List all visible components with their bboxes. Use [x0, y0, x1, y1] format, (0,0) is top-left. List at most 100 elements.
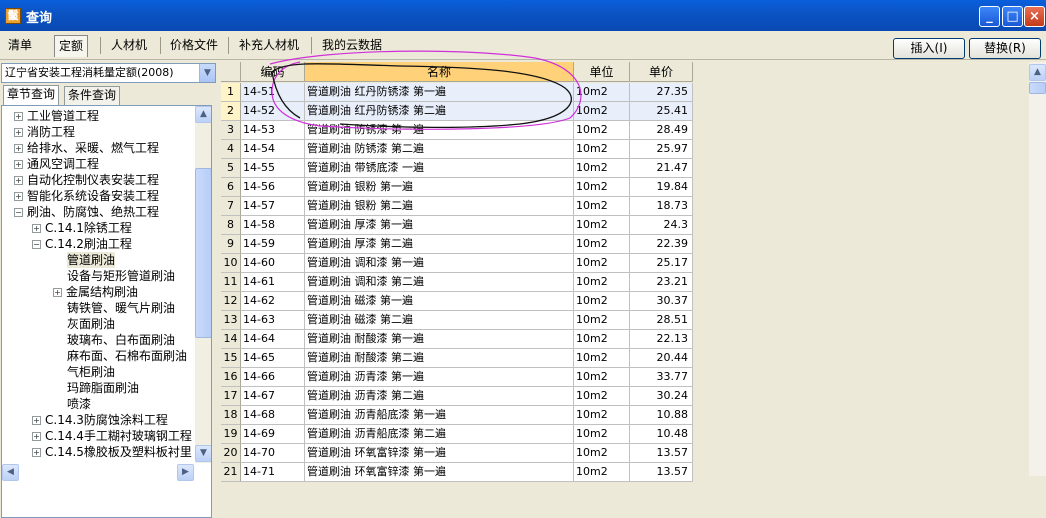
cell-name[interactable]: 管道刷油 厚漆 第一遍 [305, 216, 574, 235]
row-number[interactable]: 6 [221, 178, 241, 197]
replace-button[interactable]: 替换(R) [969, 38, 1041, 59]
cell-unit[interactable]: 10m2 [574, 444, 630, 463]
row-number[interactable]: 15 [221, 349, 241, 368]
cell-unit[interactable]: 10m2 [574, 197, 630, 216]
expand-icon[interactable]: + [14, 192, 23, 201]
tree-scrollbar[interactable]: ▲ ▼ [195, 106, 211, 463]
row-number[interactable]: 4 [221, 140, 241, 159]
cell-name[interactable]: 管道刷油 银粉 第二遍 [305, 197, 574, 216]
cell-name[interactable]: 管道刷油 耐酸漆 第二遍 [305, 349, 574, 368]
cell-price[interactable]: 28.49 [630, 121, 693, 140]
cell-unit[interactable]: 10m2 [574, 311, 630, 330]
tree-item[interactable]: 铸铁管、暖气片刷油 [67, 300, 175, 316]
cell-code[interactable]: 14-52 [241, 102, 305, 121]
insert-button[interactable]: 插入(I) [893, 38, 965, 59]
cell-price[interactable]: 22.39 [630, 235, 693, 254]
cell-price[interactable]: 25.97 [630, 140, 693, 159]
scroll-left-icon[interactable]: ◀ [2, 464, 19, 481]
expand-icon[interactable]: + [14, 144, 23, 153]
cell-name[interactable]: 管道刷油 磁漆 第二遍 [305, 311, 574, 330]
cell-unit[interactable]: 10m2 [574, 159, 630, 178]
cell-name[interactable]: 管道刷油 环氧富锌漆 第一遍 [305, 463, 574, 482]
row-number[interactable]: 21 [221, 463, 241, 482]
table-scrollbar[interactable]: ▲ [1029, 62, 1046, 476]
tab-price-file[interactable]: 价格文件 [166, 35, 222, 57]
tree-item[interactable]: + 自动化控制仪表安装工程 [14, 172, 159, 188]
row-number[interactable]: 11 [221, 273, 241, 292]
column-header-code[interactable]: 编码 [241, 62, 305, 82]
cell-unit[interactable]: 10m2 [574, 235, 630, 254]
cell-price[interactable]: 10.88 [630, 406, 693, 425]
cell-price[interactable]: 19.84 [630, 178, 693, 197]
cell-unit[interactable]: 10m2 [574, 273, 630, 292]
tree-item[interactable]: + 工业管道工程 [14, 108, 99, 124]
cell-name[interactable]: 管道刷油 耐酸漆 第一遍 [305, 330, 574, 349]
expand-icon[interactable]: + [32, 448, 41, 457]
cell-unit[interactable]: 10m2 [574, 368, 630, 387]
maximize-icon[interactable]: □ [1002, 6, 1023, 27]
cell-unit[interactable]: 10m2 [574, 216, 630, 235]
cell-price[interactable]: 13.57 [630, 444, 693, 463]
scroll-thumb[interactable] [195, 168, 211, 338]
column-header-unit[interactable]: 单位 [574, 62, 630, 82]
expand-icon[interactable]: + [14, 128, 23, 137]
tab-quota[interactable]: 定额 [54, 35, 89, 57]
cell-code[interactable]: 14-53 [241, 121, 305, 140]
tree-item-selected[interactable]: 管道刷油 [67, 252, 116, 268]
scroll-down-icon[interactable]: ▼ [195, 445, 211, 462]
cell-code[interactable]: 14-51 [241, 83, 305, 102]
cell-code[interactable]: 14-58 [241, 216, 305, 235]
expand-icon[interactable]: + [32, 416, 41, 425]
row-number[interactable]: 18 [221, 406, 241, 425]
tree-item[interactable]: 麻布面、石棉布面刷油 [67, 348, 187, 364]
cell-price[interactable]: 27.35 [630, 83, 693, 102]
row-number[interactable]: 2 [221, 102, 241, 121]
cell-code[interactable]: 14-63 [241, 311, 305, 330]
cell-unit[interactable]: 10m2 [574, 330, 630, 349]
tree-item[interactable]: 玻璃布、白布面刷油 [67, 332, 175, 348]
cell-price[interactable]: 30.37 [630, 292, 693, 311]
cell-unit[interactable]: 10m2 [574, 121, 630, 140]
cell-price[interactable]: 24.3 [630, 216, 693, 235]
column-header-price[interactable]: 单价 [630, 62, 693, 82]
cell-unit[interactable]: 10m2 [574, 254, 630, 273]
tree-item[interactable]: − C.14.2刷油工程 [32, 236, 132, 252]
cell-code[interactable]: 14-55 [241, 159, 305, 178]
collapse-icon[interactable]: − [32, 240, 41, 249]
cell-price[interactable]: 18.73 [630, 197, 693, 216]
row-number[interactable]: 14 [221, 330, 241, 349]
cell-name[interactable]: 管道刷油 防锈漆 第二遍 [305, 140, 574, 159]
row-number[interactable]: 9 [221, 235, 241, 254]
tree-item[interactable]: + 智能化系统设备安装工程 [14, 188, 159, 204]
row-number[interactable]: 5 [221, 159, 241, 178]
expand-icon[interactable]: + [14, 176, 23, 185]
cell-name[interactable]: 管道刷油 带锈底漆 一遍 [305, 159, 574, 178]
quota-library-select[interactable]: 辽宁省安装工程消耗量定额(2008) ▼ [1, 63, 216, 83]
cell-code[interactable]: 14-62 [241, 292, 305, 311]
row-number[interactable]: 20 [221, 444, 241, 463]
cell-price[interactable]: 13.57 [630, 463, 693, 482]
expand-icon[interactable]: + [14, 160, 23, 169]
cell-price[interactable]: 25.41 [630, 102, 693, 121]
cell-code[interactable]: 14-71 [241, 463, 305, 482]
cell-name[interactable]: 管道刷油 环氧富锌漆 第一遍 [305, 444, 574, 463]
row-number[interactable]: 3 [221, 121, 241, 140]
cell-name[interactable]: 管道刷油 红丹防锈漆 第一遍 [305, 83, 574, 102]
cell-unit[interactable]: 10m2 [574, 102, 630, 121]
cell-code[interactable]: 14-61 [241, 273, 305, 292]
tree-item[interactable]: + 给排水、采暖、燃气工程 [14, 140, 159, 156]
cell-name[interactable]: 管道刷油 沥青漆 第二遍 [305, 387, 574, 406]
cell-name[interactable]: 管道刷油 银粉 第一遍 [305, 178, 574, 197]
cell-code[interactable]: 14-60 [241, 254, 305, 273]
cell-price[interactable]: 33.77 [630, 368, 693, 387]
scroll-up-icon[interactable]: ▲ [1029, 64, 1046, 81]
cell-code[interactable]: 14-70 [241, 444, 305, 463]
tab-condition-search[interactable]: 条件查询 [64, 86, 121, 105]
collapse-icon[interactable]: − [14, 208, 23, 217]
expand-icon[interactable]: + [32, 224, 41, 233]
cell-name[interactable]: 管道刷油 沥青漆 第一遍 [305, 368, 574, 387]
cell-name[interactable]: 管道刷油 调和漆 第一遍 [305, 254, 574, 273]
cell-unit[interactable]: 10m2 [574, 83, 630, 102]
tree-item[interactable]: + C.14.1除锈工程 [32, 220, 132, 236]
expand-icon[interactable]: + [32, 432, 41, 441]
